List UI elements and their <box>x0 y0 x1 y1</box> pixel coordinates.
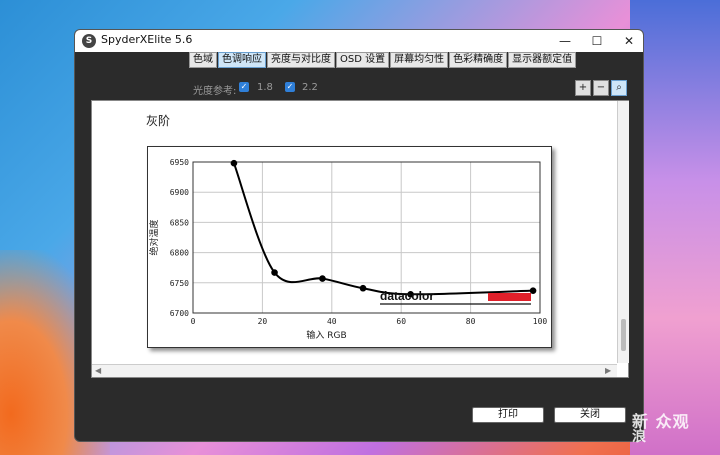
close-button[interactable]: 关闭 <box>554 407 626 423</box>
gamma-1-8-label: 1.8 <box>257 82 273 93</box>
close-window-button[interactable]: ✕ <box>613 30 643 52</box>
plot-frame <box>192 161 541 314</box>
y-tick-label: 6900 <box>170 188 189 197</box>
x-axis-label: 输入 RGB <box>306 329 346 341</box>
grayscale-chart: 0 20 40 60 80 100 6700 6750 6800 6850 6900 6950 输入 R… <box>147 146 552 348</box>
tab-tone-response[interactable]: 色调响应 <box>218 52 266 68</box>
vertical-scrollbar[interactable] <box>617 101 629 363</box>
y-tick-label: 6700 <box>170 309 189 318</box>
tab-color-accuracy[interactable]: 色彩精确度 <box>449 52 508 68</box>
data-point <box>319 275 326 282</box>
data-point <box>230 159 238 167</box>
x-tick-label: 80 <box>466 317 476 326</box>
report-panel: 灰阶 0 20 40 60 80 100 6700 6750 6800 6850 6900 6950 输… <box>91 100 629 378</box>
tab-gamut[interactable]: 色域 <box>189 52 217 68</box>
chart-svg: 0 20 40 60 80 100 6700 6750 6800 6850 6900 6950 输入 R… <box>148 158 548 341</box>
tab-monitor-rating[interactable]: 显示器额定值 <box>508 52 577 68</box>
zoom-in-icon[interactable]: + <box>575 80 591 96</box>
minimize-button[interactable]: — <box>549 30 581 52</box>
x-tick-label: 40 <box>327 317 337 326</box>
y-axis-label: 绝对温度 <box>148 219 160 255</box>
gamma-1-8-checkbox[interactable]: ✓ <box>239 82 249 92</box>
x-tick-label: 0 <box>191 317 196 326</box>
x-tick-label: 20 <box>258 317 268 326</box>
section-title: 灰阶 <box>146 114 171 128</box>
maximize-button[interactable]: ☐ <box>581 30 613 52</box>
tab-screen-uniformity[interactable]: 屏幕均匀性 <box>390 52 449 68</box>
app-window: S SpyderXElite 5.6 — ☐ ✕ 色域 色调响应 亮度与对比度 … <box>74 29 644 442</box>
data-point <box>359 284 367 292</box>
vertical-scroll-thumb[interactable] <box>621 319 626 351</box>
sina-watermark: 新 众观 浪 <box>632 408 690 445</box>
y-tick-label: 6750 <box>170 279 189 288</box>
watermark-line2: 浪 <box>632 429 647 445</box>
data-point <box>271 269 278 276</box>
tab-osd-settings[interactable]: OSD 设置 <box>336 52 390 68</box>
tab-brightness-contrast[interactable]: 亮度与对比度 <box>267 52 335 68</box>
y-tick-label: 6950 <box>170 158 189 167</box>
y-tick-label: 6850 <box>170 218 189 227</box>
series-line <box>233 162 534 296</box>
datacolor-logo-bar <box>488 293 531 301</box>
datacolor-logo-text: datacolor <box>380 289 434 303</box>
gamma-2-2-checkbox[interactable]: ✓ <box>285 82 295 92</box>
horizontal-scrollbar[interactable]: ◀ ▶ <box>92 364 617 377</box>
luminance-reference-label: 光度参考: <box>193 86 237 97</box>
scroll-left-icon[interactable]: ◀ <box>95 366 101 375</box>
scroll-right-icon[interactable]: ▶ <box>605 366 611 375</box>
title-bar[interactable]: S SpyderXElite 5.6 — ☐ ✕ <box>75 30 643 52</box>
gamma-2-2-label: 2.2 <box>302 82 318 93</box>
tab-bar: 色域 色调响应 亮度与对比度 OSD 设置 屏幕均匀性 色彩精确度 显示器额定值 <box>189 52 577 68</box>
zoom-out-icon[interactable]: − <box>593 80 609 96</box>
data-point <box>529 287 537 294</box>
x-tick-label: 60 <box>396 317 406 326</box>
app-icon: S <box>82 34 96 48</box>
window-title: SpyderXElite 5.6 <box>101 33 193 46</box>
zoom-fit-icon[interactable]: ⌕ <box>611 80 627 96</box>
x-tick-label: 100 <box>533 317 548 326</box>
y-tick-label: 6800 <box>170 249 189 258</box>
print-button[interactable]: 打印 <box>472 407 544 423</box>
